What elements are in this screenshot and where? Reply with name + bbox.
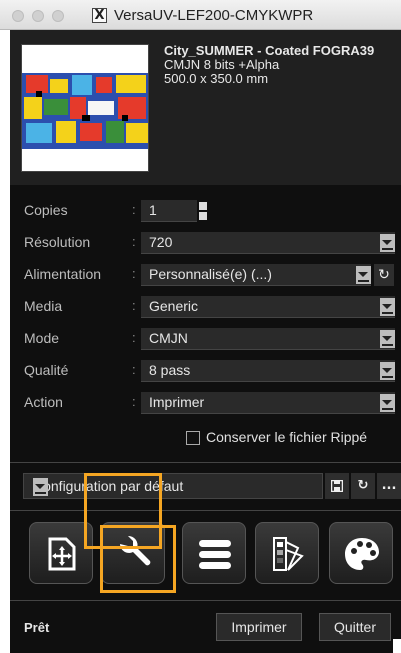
mode-label: Mode bbox=[24, 330, 60, 346]
mode-row: Mode : CMJN bbox=[10, 326, 401, 352]
resolution-value: 720 bbox=[149, 234, 173, 250]
chevron-down-icon[interactable] bbox=[380, 234, 395, 252]
palette-tool-button[interactable] bbox=[329, 522, 393, 584]
configuration-select[interactable]: Configuration par défaut bbox=[23, 473, 323, 499]
print-button[interactable]: Imprimer bbox=[216, 613, 302, 641]
layout-icon bbox=[48, 537, 76, 571]
app-panel: City_SUMMER - Coated FOGRA39 CMJN 8 bits… bbox=[10, 30, 401, 653]
save-icon bbox=[330, 479, 344, 493]
colon: : bbox=[132, 202, 136, 217]
mode-select[interactable]: CMJN bbox=[141, 328, 395, 350]
job-info: City_SUMMER - Coated FOGRA39 CMJN 8 bits… bbox=[164, 44, 374, 86]
chevron-down-icon[interactable] bbox=[356, 266, 371, 284]
quality-select[interactable]: 8 pass bbox=[141, 360, 395, 382]
window-title: VersaUV-LEF200-CMYKWPR bbox=[114, 7, 314, 24]
action-label: Action bbox=[24, 394, 63, 410]
colon: : bbox=[132, 362, 136, 377]
palette-icon bbox=[345, 538, 379, 570]
status-text: Prêt bbox=[24, 620, 50, 635]
colon: : bbox=[132, 330, 136, 345]
minimize-window-button[interactable] bbox=[32, 10, 44, 22]
mode-value: CMJN bbox=[149, 330, 188, 346]
resolution-row: Résolution : 720 bbox=[10, 230, 401, 256]
keep-ripped-label: Conserver le fichier Rippé bbox=[206, 429, 368, 445]
copies-stepper[interactable] bbox=[199, 202, 209, 222]
highlight-box bbox=[100, 525, 176, 593]
chevron-down-icon[interactable] bbox=[380, 298, 395, 316]
job-color-info: CMJN 8 bits +Alpha bbox=[164, 57, 280, 72]
quality-value: 8 pass bbox=[149, 362, 191, 378]
divider bbox=[10, 510, 401, 511]
copies-row: Copies : 1 bbox=[10, 198, 401, 224]
feed-select[interactable]: Personnalisé(e) (...) bbox=[141, 264, 371, 286]
color-swatch-tool-button[interactable] bbox=[255, 522, 319, 584]
close-window-button[interactable] bbox=[12, 10, 24, 22]
copies-input[interactable]: 1 bbox=[141, 200, 197, 222]
zoom-window-button[interactable] bbox=[52, 10, 64, 22]
colon: : bbox=[132, 394, 136, 409]
feed-label: Alimentation bbox=[24, 266, 102, 282]
media-select[interactable]: Generic bbox=[141, 296, 395, 318]
feed-row: Alimentation : Personnalisé(e) (...) ↻ bbox=[10, 262, 401, 288]
copies-label: Copies bbox=[24, 202, 68, 218]
swatch-icon bbox=[273, 537, 304, 571]
media-value: Generic bbox=[149, 298, 199, 314]
media-row: Media : Generic bbox=[10, 294, 401, 320]
refresh-configuration-button[interactable]: ↻ bbox=[351, 473, 375, 499]
window-titlebar: X VersaUV-LEF200-CMYKWPR bbox=[0, 0, 401, 30]
action-row: Action : Imprimer bbox=[10, 390, 401, 416]
list-icon bbox=[199, 540, 231, 569]
action-value: Imprimer bbox=[149, 394, 205, 410]
configuration-more-button[interactable]: ... bbox=[377, 473, 401, 499]
decrement-icon[interactable] bbox=[199, 212, 207, 220]
x11-app-icon: X bbox=[92, 8, 107, 23]
refresh-feed-button[interactable]: ↻ bbox=[374, 264, 394, 286]
feed-value: Personnalisé(e) (...) bbox=[149, 266, 272, 282]
divider bbox=[10, 600, 401, 601]
chevron-down-icon[interactable] bbox=[33, 478, 48, 496]
chevron-down-icon[interactable] bbox=[380, 330, 395, 348]
chevron-down-icon[interactable] bbox=[380, 362, 395, 380]
colon: : bbox=[132, 234, 136, 249]
colon: : bbox=[132, 266, 136, 281]
resize-corner[interactable] bbox=[393, 639, 401, 653]
resolution-select[interactable]: 720 bbox=[141, 232, 395, 254]
keep-ripped-checkbox[interactable] bbox=[186, 431, 200, 445]
job-thumbnail bbox=[21, 44, 149, 172]
colon: : bbox=[132, 298, 136, 313]
quit-button[interactable]: Quitter bbox=[319, 613, 391, 641]
job-header: City_SUMMER - Coated FOGRA39 CMJN 8 bits… bbox=[10, 30, 401, 185]
save-configuration-button[interactable] bbox=[325, 473, 349, 499]
resolution-label: Résolution bbox=[24, 234, 91, 250]
job-dimensions: 500.0 x 350.0 mm bbox=[164, 71, 269, 86]
queue-tool-button[interactable] bbox=[182, 522, 246, 584]
divider bbox=[10, 462, 401, 463]
quality-row: Qualité : 8 pass bbox=[10, 358, 401, 384]
job-file-name: City_SUMMER - Coated FOGRA39 bbox=[164, 43, 375, 58]
increment-icon[interactable] bbox=[199, 202, 207, 210]
copies-value: 1 bbox=[149, 202, 157, 218]
media-label: Media bbox=[24, 298, 63, 314]
chevron-down-icon[interactable] bbox=[380, 394, 395, 412]
quality-label: Qualité bbox=[24, 362, 69, 378]
action-select[interactable]: Imprimer bbox=[141, 392, 395, 414]
